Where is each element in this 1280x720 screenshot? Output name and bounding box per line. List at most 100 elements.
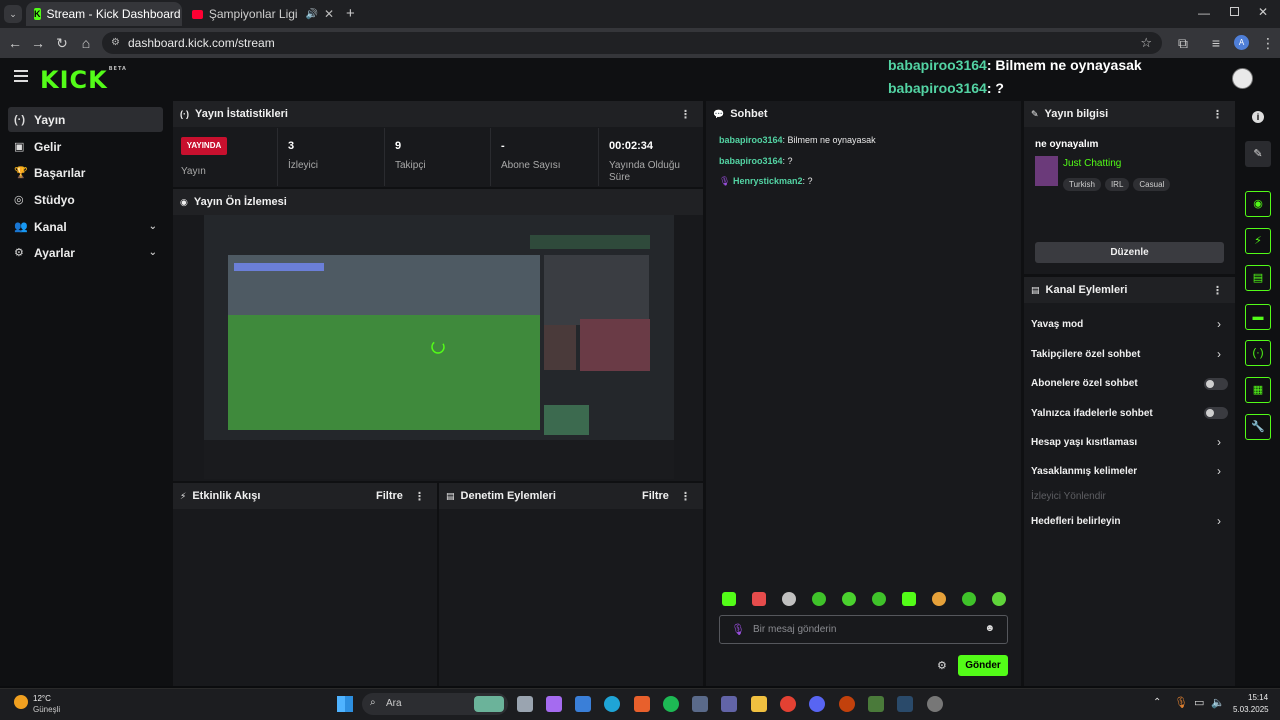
filter-button[interactable]: Filtre xyxy=(642,490,669,502)
app-icon[interactable] xyxy=(839,696,855,712)
kick-logo[interactable]: KICKBETA xyxy=(40,66,127,94)
app-icon[interactable] xyxy=(868,696,884,712)
subscribers-only-toggle[interactable] xyxy=(1204,378,1228,390)
action-set-goals[interactable]: Hedefleri belirleyin xyxy=(1031,516,1120,527)
edge-icon[interactable] xyxy=(604,696,620,712)
send-button[interactable]: Gönder xyxy=(958,655,1008,676)
site-info-icon[interactable]: ⚙ xyxy=(111,32,120,54)
chat-username[interactable]: babapiroo3164 xyxy=(719,135,783,145)
stream-preview-video[interactable] xyxy=(204,215,674,479)
emote-icon[interactable] xyxy=(842,592,856,606)
wrench-icon[interactable]: 🔧 xyxy=(1245,414,1271,440)
action-banned-words[interactable]: Yasaklanmış kelimeler xyxy=(1031,466,1137,477)
tab-champions-league[interactable]: Şampiyonlar Ligi Son 16 Tu 🔊 ✕ xyxy=(184,2,342,26)
category-name[interactable]: Just Chatting xyxy=(1063,158,1121,169)
tab-list-button[interactable]: ⌄ xyxy=(4,5,22,23)
emote-icon[interactable] xyxy=(782,592,796,606)
close-tab-icon[interactable]: ✕ xyxy=(324,7,334,21)
back-icon[interactable]: ← xyxy=(5,33,25,53)
maximize-window-icon[interactable] xyxy=(1230,7,1239,16)
more-options-icon[interactable]: ⋮ xyxy=(1212,284,1223,297)
emoji-icon[interactable]: ☻ xyxy=(984,623,995,634)
sidebar-item-basarilar[interactable]: 🏆 Başarılar xyxy=(8,160,163,185)
camera-icon[interactable]: ◉ xyxy=(1245,191,1271,217)
copilot-icon[interactable] xyxy=(546,696,562,712)
address-bar[interactable]: ⚙ dashboard.kick.com/stream ☆ xyxy=(102,32,1162,54)
emote-icon[interactable] xyxy=(752,592,766,606)
emote-icon[interactable] xyxy=(902,592,916,606)
emote-icon[interactable] xyxy=(872,592,886,606)
edit-layout-button[interactable]: ✎ xyxy=(1245,141,1271,167)
emote-icon[interactable] xyxy=(722,592,736,606)
more-options-icon[interactable]: ⋮ xyxy=(680,108,691,121)
browser-menu-icon[interactable]: ⋮ xyxy=(1258,33,1278,53)
taskbar-search[interactable]: ⌕ Ara xyxy=(362,693,508,715)
chrome-icon[interactable] xyxy=(780,696,796,712)
clock-time[interactable]: 15:14 xyxy=(1248,693,1268,702)
app-icon[interactable] xyxy=(927,696,943,712)
close-window-icon[interactable]: ✕ xyxy=(1258,5,1268,19)
extensions-icon[interactable]: ⧉ xyxy=(1173,33,1193,53)
emote-icon[interactable] xyxy=(992,592,1006,606)
sidebar-item-kanal[interactable]: 👥 Kanal ⌄ xyxy=(8,214,163,239)
chat-settings-icon[interactable]: ⚙ xyxy=(937,659,947,672)
sidebar-item-studyo[interactable]: ◎ Stüdyo xyxy=(8,187,163,212)
windows-start-icon[interactable] xyxy=(337,696,353,712)
chevron-right-icon[interactable]: › xyxy=(1217,317,1221,331)
hamburger-menu-icon[interactable] xyxy=(14,70,28,82)
chat-input[interactable]: 🎙 Bir mesaj gönderin ☻ xyxy=(719,615,1008,644)
chat-username[interactable]: Henrystickman2 xyxy=(733,176,803,186)
new-tab-button[interactable]: + xyxy=(346,5,355,22)
spotify-icon[interactable] xyxy=(663,696,679,712)
speaker-icon[interactable]: 🔊 xyxy=(305,9,317,20)
sidebar-item-ayarlar[interactable]: ⚙ Ayarlar ⌄ xyxy=(8,240,163,265)
emotes-only-toggle[interactable] xyxy=(1204,407,1228,419)
chat-username[interactable]: babapiroo3164 xyxy=(719,156,783,166)
app-icon[interactable] xyxy=(634,696,650,712)
sidebar-item-yayin[interactable]: (·) Yayın xyxy=(8,107,163,132)
forward-icon[interactable]: → xyxy=(28,33,48,53)
info-icon[interactable]: i xyxy=(1252,111,1264,123)
lightning-icon[interactable]: ⚡ xyxy=(1245,228,1271,254)
chat-bubble-icon[interactable]: ▬ xyxy=(1245,304,1271,330)
chevron-right-icon[interactable]: › xyxy=(1217,514,1221,528)
tray-overflow-icon[interactable]: ⌃ xyxy=(1153,697,1161,708)
discord-icon[interactable] xyxy=(809,696,825,712)
filter-button[interactable]: Filtre xyxy=(376,490,403,502)
profile-avatar-icon[interactable]: A xyxy=(1234,35,1249,50)
edit-button[interactable]: Düzenle xyxy=(1035,242,1224,263)
more-options-icon[interactable]: ⋮ xyxy=(1212,108,1223,121)
clipboard-icon[interactable]: ▦ xyxy=(1245,377,1271,403)
reload-icon[interactable]: ↻ xyxy=(52,33,72,53)
clock-date[interactable]: 5.03.2025 xyxy=(1233,705,1269,714)
store-icon[interactable] xyxy=(575,696,591,712)
app-icon[interactable] xyxy=(692,696,708,712)
more-options-icon[interactable]: ⋮ xyxy=(680,490,691,503)
emote-icon[interactable] xyxy=(932,592,946,606)
emote-icon[interactable] xyxy=(812,592,826,606)
network-icon[interactable]: ▭ xyxy=(1194,696,1204,709)
user-avatar[interactable] xyxy=(1232,68,1253,89)
reading-list-icon[interactable]: ≡ xyxy=(1206,33,1226,53)
tab-kick-dashboard[interactable]: K Stream - Kick Dashboard ✕ xyxy=(26,2,182,26)
broadcast-icon[interactable]: (·) xyxy=(1245,340,1271,366)
teams-icon[interactable] xyxy=(721,696,737,712)
chevron-right-icon[interactable]: › xyxy=(1217,464,1221,478)
file-explorer-icon[interactable] xyxy=(751,696,767,712)
minimize-window-icon[interactable]: — xyxy=(1198,6,1210,20)
microphone-tray-icon[interactable]: 🎙 xyxy=(1174,696,1188,709)
action-followers-only[interactable]: Takipçilere özel sohbet xyxy=(1031,349,1140,360)
home-icon[interactable]: ⌂ xyxy=(76,33,96,53)
chevron-right-icon[interactable]: › xyxy=(1217,435,1221,449)
action-account-age[interactable]: Hesap yaşı kısıtlaması xyxy=(1031,437,1137,448)
emote-icon[interactable] xyxy=(962,592,976,606)
volume-icon[interactable]: 🔈 xyxy=(1211,696,1225,709)
sidebar-item-gelir[interactable]: ▣ Gelir xyxy=(8,134,163,159)
bookmark-star-icon[interactable]: ☆ xyxy=(1140,32,1152,54)
chevron-right-icon[interactable]: › xyxy=(1217,347,1221,361)
document-icon[interactable]: ▤ xyxy=(1245,265,1271,291)
task-view-icon[interactable] xyxy=(517,696,533,712)
more-options-icon[interactable]: ⋮ xyxy=(414,490,425,503)
steam-icon[interactable] xyxy=(897,696,913,712)
action-slow-mode[interactable]: Yavaş mod xyxy=(1031,319,1083,330)
